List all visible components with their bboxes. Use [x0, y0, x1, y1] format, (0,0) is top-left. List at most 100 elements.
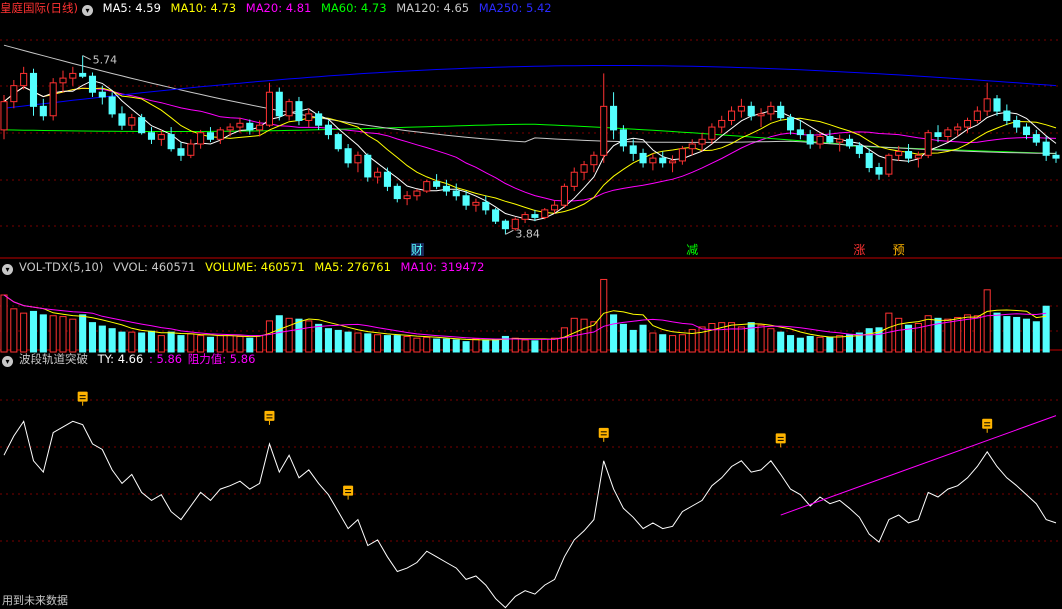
candle[interactable]: [718, 115, 726, 133]
candle[interactable]: [826, 129, 834, 144]
candle[interactable]: [29, 68, 38, 116]
candle[interactable]: [610, 92, 618, 140]
candle[interactable]: [708, 123, 716, 144]
candle[interactable]: [600, 73, 608, 163]
candle[interactable]: [147, 127, 156, 144]
volume-bar[interactable]: [10, 308, 18, 353]
volume-bar[interactable]: [649, 332, 657, 353]
volume-bar[interactable]: [1013, 316, 1021, 353]
volume-bar[interactable]: [285, 317, 293, 353]
ma250-line[interactable]: [3, 65, 1057, 109]
candle[interactable]: [69, 66, 77, 86]
event-tag[interactable]: 涨: [853, 242, 866, 257]
candle[interactable]: [167, 127, 175, 152]
volume-bar[interactable]: [610, 314, 618, 353]
volume-bar[interactable]: [442, 338, 450, 353]
candle[interactable]: [983, 82, 991, 116]
volume-bar[interactable]: [98, 325, 106, 353]
volume-bar[interactable]: [1003, 316, 1011, 353]
volume-bar[interactable]: [0, 294, 8, 353]
volume-bar[interactable]: [216, 335, 224, 353]
candle[interactable]: [737, 98, 745, 118]
band-panel[interactable]: [3, 391, 1057, 609]
candle[interactable]: [669, 155, 677, 173]
volume-bar[interactable]: [983, 289, 991, 353]
candle[interactable]: [177, 142, 185, 161]
volume-bar[interactable]: [403, 335, 411, 353]
band-line[interactable]: [3, 420, 1057, 609]
candle[interactable]: [944, 127, 952, 143]
candle[interactable]: [344, 144, 352, 168]
box-icon[interactable]: [982, 418, 993, 433]
volume-bar[interactable]: [423, 336, 431, 353]
volume-bar[interactable]: [728, 322, 736, 353]
candle[interactable]: [1042, 136, 1050, 161]
candle[interactable]: [128, 113, 136, 130]
volume-bar[interactable]: [708, 322, 716, 353]
candle[interactable]: [197, 129, 205, 149]
volume-bar[interactable]: [256, 335, 264, 353]
volume-bar[interactable]: [433, 338, 441, 353]
volume-bar[interactable]: [265, 320, 274, 353]
volume-bar[interactable]: [806, 335, 814, 353]
candle[interactable]: [541, 208, 549, 220]
volume-bar[interactable]: [305, 320, 313, 353]
candle[interactable]: [1003, 104, 1011, 126]
volume-bar[interactable]: [639, 324, 647, 353]
candle[interactable]: [904, 144, 913, 163]
volume-bar[interactable]: [315, 323, 323, 353]
candle[interactable]: [246, 119, 254, 135]
candle[interactable]: [845, 134, 854, 149]
volume-bar[interactable]: [324, 328, 332, 353]
volume-bar[interactable]: [796, 337, 804, 353]
candle[interactable]: [354, 151, 362, 173]
candle[interactable]: [118, 106, 126, 130]
candle[interactable]: [806, 129, 814, 149]
candle[interactable]: [383, 167, 391, 192]
candle[interactable]: [206, 127, 215, 143]
candle[interactable]: [885, 153, 893, 177]
volume-bar[interactable]: [580, 318, 588, 353]
candle[interactable]: [374, 167, 382, 184]
candle[interactable]: [796, 120, 804, 140]
volume-bar[interactable]: [157, 335, 165, 353]
volume-bar[interactable]: [364, 333, 372, 353]
event-tag[interactable]: 财: [411, 243, 424, 257]
volume-bar[interactable]: [511, 337, 519, 353]
volume-bar[interactable]: [551, 337, 559, 353]
candle[interactable]: [39, 98, 47, 121]
volume-bar[interactable]: [79, 314, 87, 353]
volume-bar[interactable]: [118, 331, 126, 353]
volume-bar[interactable]: [147, 330, 156, 353]
volume-bar[interactable]: [659, 334, 667, 353]
volume-bar[interactable]: [698, 326, 706, 353]
volume-bar[interactable]: [128, 331, 136, 353]
box-icon[interactable]: [598, 427, 609, 442]
box-icon[interactable]: [264, 410, 275, 425]
volume-bar[interactable]: [777, 331, 785, 353]
volume-bar[interactable]: [963, 314, 972, 353]
volume-bar[interactable]: [452, 339, 460, 353]
candle[interactable]: [501, 219, 509, 235]
candle[interactable]: [138, 113, 146, 135]
volume-bar[interactable]: [49, 315, 57, 353]
candle[interactable]: [295, 96, 303, 126]
volume-bar[interactable]: [737, 326, 745, 353]
box-icon[interactable]: [343, 485, 354, 500]
candle[interactable]: [462, 191, 470, 210]
candle[interactable]: [285, 98, 293, 121]
candle[interactable]: [265, 82, 274, 128]
volume-bar[interactable]: [944, 318, 952, 353]
candle[interactable]: [934, 125, 942, 143]
volume-bar[interactable]: [236, 335, 244, 353]
volume-bar[interactable]: [521, 339, 529, 353]
candle[interactable]: [973, 106, 981, 124]
box-icon[interactable]: [77, 391, 88, 406]
candle[interactable]: [393, 183, 401, 203]
candle[interactable]: [659, 151, 667, 168]
volume-bar[interactable]: [541, 338, 549, 353]
candle[interactable]: [226, 123, 234, 137]
volume-bar[interactable]: [226, 335, 234, 353]
candle[interactable]: [433, 174, 441, 190]
collapse-icon[interactable]: ▾: [2, 356, 13, 367]
